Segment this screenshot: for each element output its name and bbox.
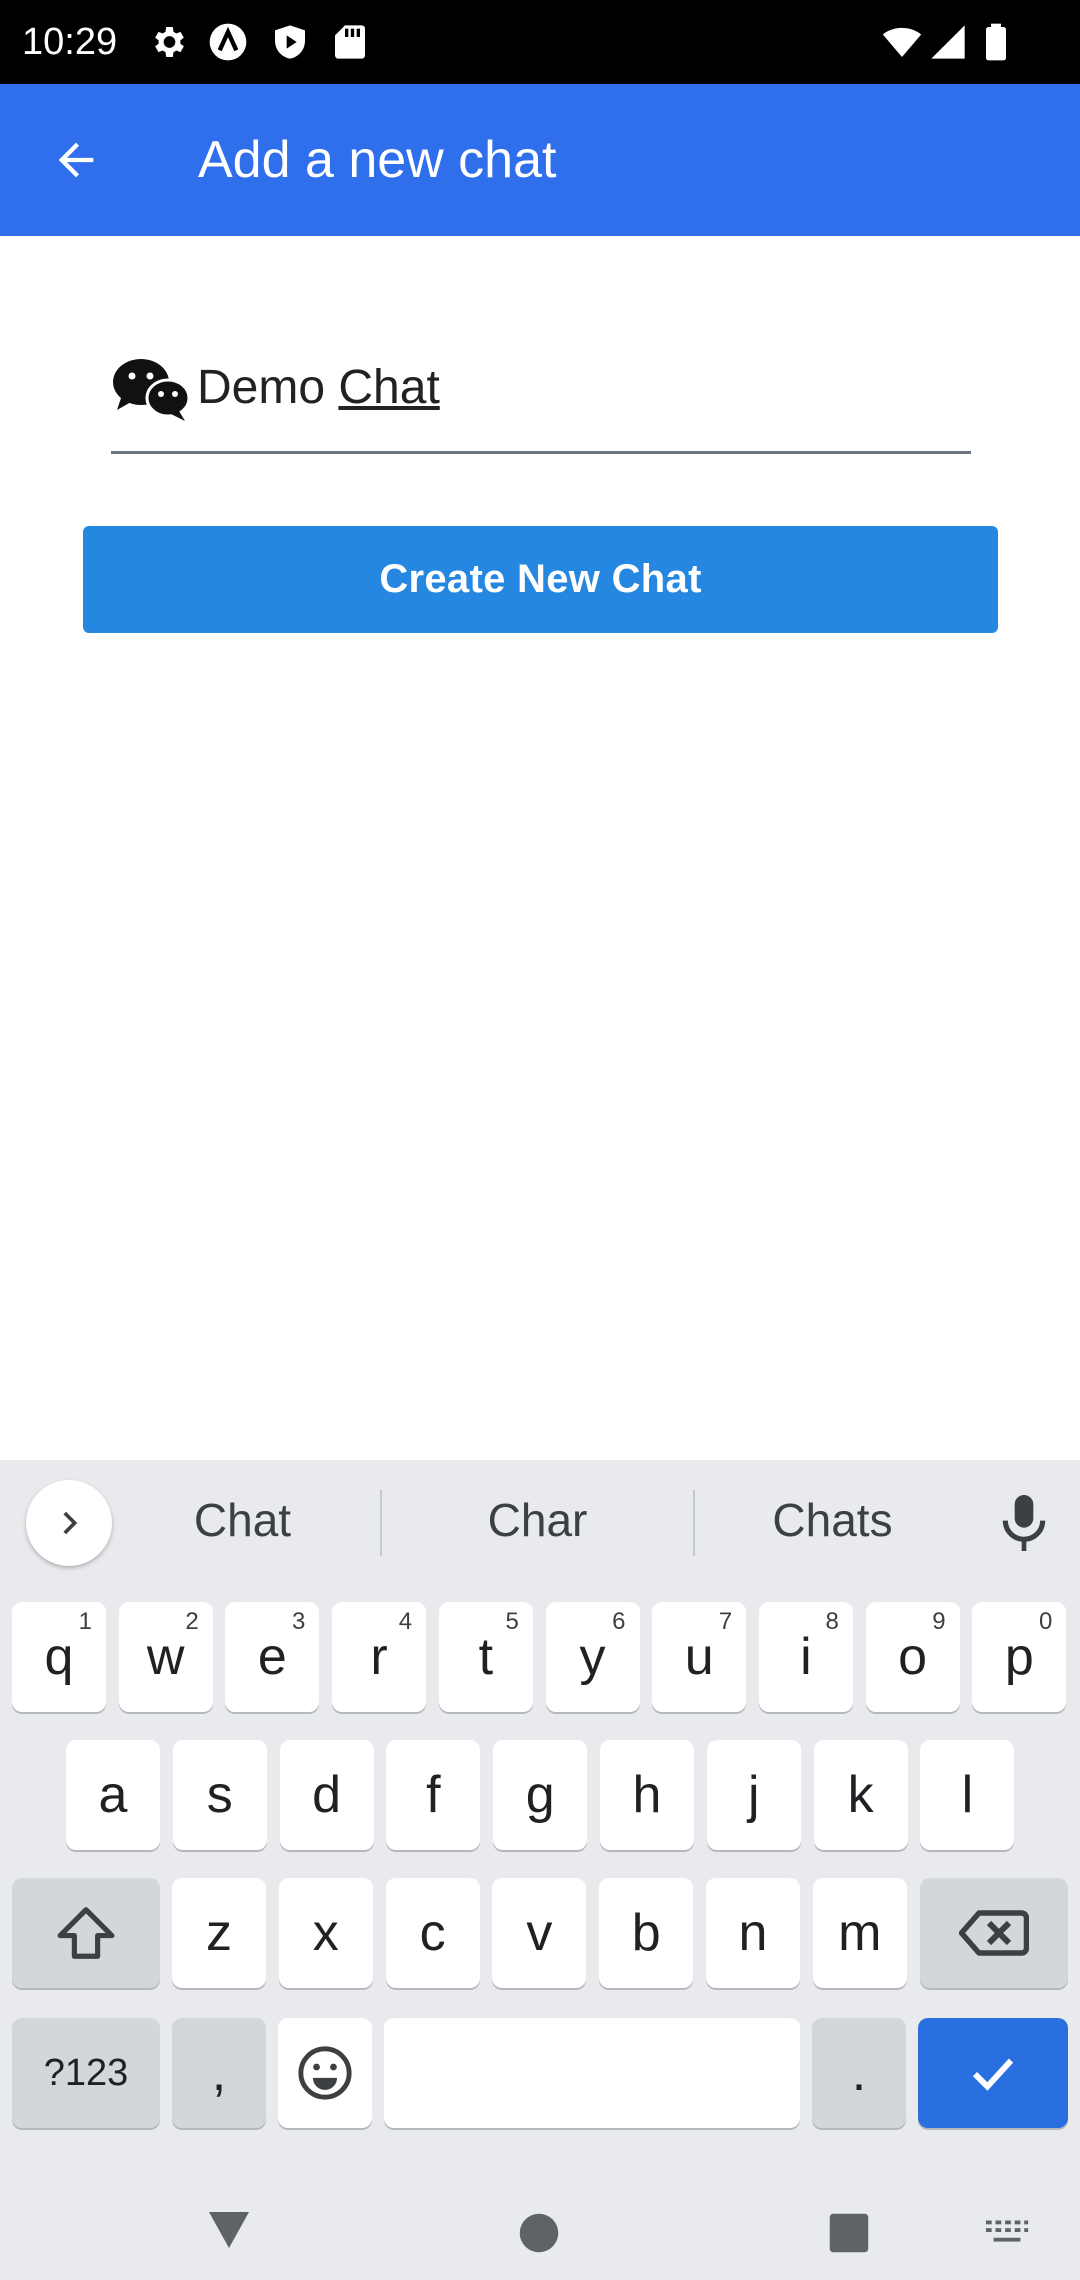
status-time: 10:29: [22, 21, 118, 63]
key-label: q: [44, 1628, 74, 1686]
suggestion-3[interactable]: Chats: [740, 1490, 925, 1550]
suggestion-bar: Chat Char Chats: [0, 1460, 1080, 1580]
comma-key[interactable]: ,: [172, 2018, 266, 2128]
signal-icon: [931, 25, 965, 59]
done-key[interactable]: [918, 2018, 1068, 2128]
key-t[interactable]: t5: [438, 1602, 533, 1712]
shift-icon: [57, 1907, 115, 1959]
key-u[interactable]: u7: [652, 1602, 747, 1712]
toolbar-expand-button[interactable]: [26, 1480, 112, 1566]
suggestion-2[interactable]: Char: [445, 1490, 630, 1550]
key-m[interactable]: m: [812, 1878, 907, 1988]
backspace-key[interactable]: [920, 1878, 1068, 1988]
chat-name-input[interactable]: Demo Chat: [111, 340, 971, 454]
key-l[interactable]: l: [920, 1740, 1015, 1850]
checkmark-icon: [972, 2058, 1014, 2091]
symbols-key[interactable]: ?123: [12, 2018, 160, 2128]
voice-input-button[interactable]: [996, 1490, 1052, 1556]
screen: 10:29 Add a new chat Demo Chat Create Ne…: [0, 0, 1080, 2280]
key-h[interactable]: h: [600, 1740, 694, 1850]
key-n[interactable]: n: [706, 1878, 800, 1988]
back-button[interactable]: [36, 120, 116, 200]
key-label: i: [800, 1628, 812, 1686]
key-number-hint: 8: [825, 1608, 839, 1635]
key-c[interactable]: c: [385, 1878, 480, 1988]
app-bar: Add a new chat: [0, 84, 1080, 236]
key-y[interactable]: y6: [545, 1602, 640, 1712]
key-label: y: [579, 1628, 606, 1686]
key-label: u: [684, 1628, 714, 1686]
soft-keyboard: Chat Char Chats q1w2e3r4t5y6u7i8o9p0 asd…: [0, 1460, 1080, 2182]
key-r[interactable]: r4: [332, 1602, 427, 1712]
key-number-hint: 5: [505, 1608, 519, 1635]
key-label: t: [478, 1628, 494, 1686]
key-v[interactable]: v: [492, 1878, 587, 1988]
key-number-hint: 4: [398, 1608, 413, 1635]
key-d[interactable]: d: [279, 1740, 374, 1850]
key-s[interactable]: s: [172, 1740, 267, 1850]
wifi-icon: [882, 27, 922, 57]
emoji-icon: [298, 2046, 352, 2100]
microphone-icon: [1002, 1495, 1046, 1551]
key-number-hint: 1: [78, 1608, 92, 1635]
key-label: e: [257, 1628, 287, 1686]
navigation-bar: [0, 2182, 1080, 2280]
key-b[interactable]: b: [599, 1878, 694, 1988]
key-k[interactable]: k: [813, 1740, 908, 1850]
key-e[interactable]: e3: [225, 1602, 320, 1712]
chat-name-word: Demo: [197, 361, 326, 414]
key-a[interactable]: a: [66, 1740, 160, 1850]
home-circle-icon[interactable]: [518, 2212, 560, 2254]
sd-card-icon: [335, 25, 365, 59]
key-z[interactable]: z: [172, 1878, 266, 1988]
settings-icon: [155, 27, 184, 57]
key-label: o: [898, 1628, 928, 1686]
key-number-hint: 2: [185, 1608, 199, 1635]
shift-key[interactable]: [12, 1878, 160, 1988]
chat-name-value: Demo Chat: [197, 354, 440, 422]
suggestion-divider: [693, 1490, 695, 1556]
key-number-hint: 3: [292, 1608, 306, 1635]
suggestion-divider: [380, 1490, 382, 1556]
arrow-left-icon: [58, 142, 94, 178]
key-number-hint: 7: [718, 1608, 733, 1635]
space-key[interactable]: [384, 2018, 800, 2128]
key-label: w: [146, 1628, 185, 1686]
key-label: r: [370, 1628, 388, 1686]
create-new-chat-button[interactable]: Create New Chat: [83, 526, 998, 633]
back-triangle-icon[interactable]: [204, 2208, 254, 2252]
chevron-right-icon: [63, 1511, 78, 1535]
key-number-hint: 6: [612, 1608, 626, 1635]
battery-icon: [986, 23, 1006, 61]
page-title: Add a new chat: [198, 131, 557, 189]
key-i[interactable]: i8: [758, 1602, 853, 1712]
chat-name-composing-word: Chat: [338, 361, 440, 414]
status-bar: 10:29: [0, 0, 1080, 84]
period-key[interactable]: .: [812, 2018, 906, 2128]
recents-square-icon[interactable]: [828, 2212, 870, 2254]
key-label: p: [1004, 1628, 1034, 1686]
key-j[interactable]: j: [706, 1740, 801, 1850]
key-number-hint: 9: [932, 1608, 946, 1635]
key-w[interactable]: w2: [118, 1602, 213, 1712]
wechat-icon: [113, 359, 191, 421]
key-f[interactable]: f: [386, 1740, 481, 1850]
key-o[interactable]: o9: [865, 1602, 960, 1712]
shield-play-icon: [275, 25, 305, 59]
a-icon: [209, 23, 247, 61]
key-g[interactable]: g: [493, 1740, 588, 1850]
key-p[interactable]: p0: [972, 1602, 1067, 1712]
backspace-icon: [959, 1910, 1029, 1956]
key-x[interactable]: x: [278, 1878, 373, 1988]
keyboard-switch-icon[interactable]: [984, 2216, 1030, 2248]
key-number-hint: 0: [1038, 1608, 1053, 1635]
key-q[interactable]: q1: [12, 1602, 106, 1712]
suggestion-1[interactable]: Chat: [150, 1490, 335, 1550]
emoji-key[interactable]: [278, 2018, 372, 2128]
